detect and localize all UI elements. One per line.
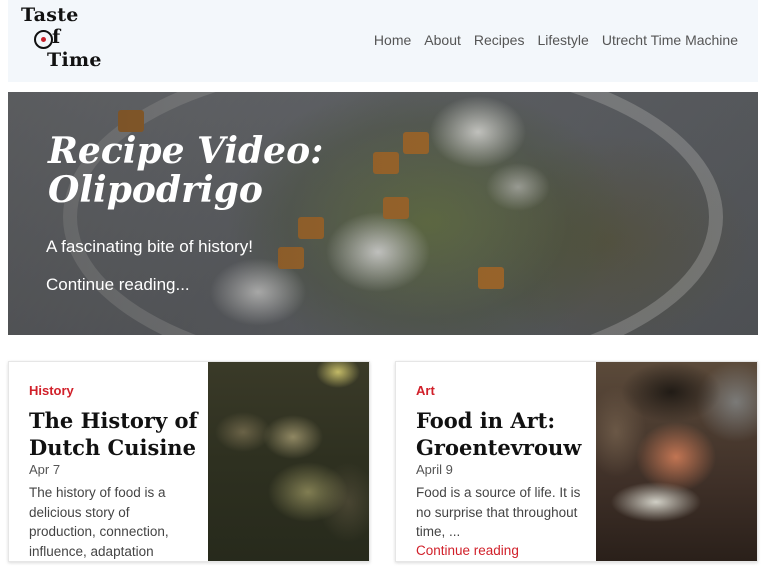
logo-word-time: Time [47, 49, 102, 71]
nav-lifestyle[interactable]: Lifestyle [537, 31, 588, 49]
post-category[interactable]: History [29, 383, 74, 398]
logo-word-taste: Taste [21, 4, 79, 26]
site-logo[interactable]: Taste f Time [21, 6, 111, 74]
nav-home[interactable]: Home [374, 31, 411, 49]
post-excerpt: The history of food is a delicious story… [29, 485, 169, 559]
post-title[interactable]: The History of Dutch Cuisine [29, 407, 204, 461]
post-title[interactable]: Food in Art: Groentevrouw [416, 407, 591, 461]
post-card-body: History The History of Dutch Cuisine Apr… [29, 362, 201, 561]
post-category[interactable]: Art [416, 383, 435, 398]
nav-utrecht-time-machine[interactable]: Utrecht Time Machine [602, 31, 738, 49]
post-date: Apr 7 [29, 462, 61, 477]
post-date: April 9 [416, 462, 453, 477]
hero-subtitle: A fascinating bite of history! [46, 237, 253, 256]
post-card[interactable]: Art Food in Art: Groentevrouw April 9 Fo… [395, 361, 758, 562]
post-card[interactable]: History The History of Dutch Cuisine Apr… [8, 361, 370, 562]
post-thumbnail-image[interactable] [596, 362, 757, 561]
clock-icon [34, 30, 53, 49]
continue-reading-link[interactable]: Continue reading [416, 543, 519, 558]
nav-recipes[interactable]: Recipes [474, 31, 525, 49]
hero-continue-reading-link[interactable]: Continue reading... [46, 275, 190, 295]
post-card-body: Art Food in Art: Groentevrouw April 9 Fo… [416, 362, 588, 561]
site-header: Taste f Time Home About Recipes Lifestyl… [8, 0, 758, 82]
post-excerpt: Food is a source of life. It is no surpr… [416, 485, 581, 539]
hero-overlay [8, 92, 758, 335]
main-nav: Home About Recipes Lifestyle Utrecht Tim… [361, 31, 738, 49]
post-thumbnail-image[interactable] [208, 362, 369, 561]
hero-banner[interactable]: Recipe Video: Olipodrigo A fascinating b… [8, 92, 758, 335]
hero-title[interactable]: Recipe Video: Olipodrigo [48, 132, 368, 210]
nav-about[interactable]: About [424, 31, 461, 49]
